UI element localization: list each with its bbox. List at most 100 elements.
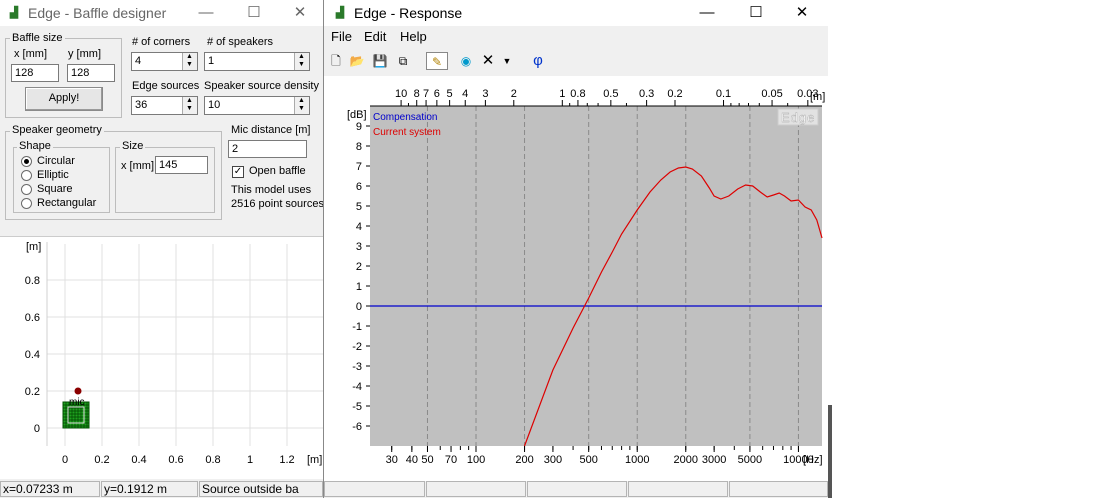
top-tick-label: 8 (414, 88, 420, 100)
close-icon[interactable]: ✕ (780, 2, 824, 24)
legend-compensation: Compensation (373, 112, 437, 123)
speakers-spin-arrows[interactable]: ▲ ▼ (294, 53, 309, 70)
y-tick-label: 4 (356, 221, 362, 233)
status-x: x=0.07233 m (0, 481, 100, 497)
apply-button[interactable]: Apply! (25, 87, 103, 111)
new-file-icon[interactable]: 🗋 (327, 52, 345, 70)
maximize-icon[interactable]: ☐ (232, 2, 276, 24)
y-tick-label: 9 (356, 121, 362, 133)
y-tick-label: -6 (352, 421, 362, 433)
y-tick-label: 0 (356, 301, 362, 313)
open-folder-icon[interactable]: 📂 (348, 52, 366, 70)
y-tick-label: -4 (352, 381, 362, 393)
baffle-y-input[interactable]: 128 (67, 64, 115, 82)
menu-edit[interactable]: Edit (364, 29, 386, 44)
baffle-titlebar[interactable]: ▟ Edge - Baffle designer — ☐ ✕ (0, 0, 323, 26)
dropdown-arrow-icon[interactable]: ▼ (501, 52, 513, 70)
x-tick-label: 70 (445, 454, 457, 466)
y-tick-label: 8 (356, 141, 362, 153)
baffle-x-input[interactable]: 128 (11, 64, 59, 82)
y-tick-label: 7 (356, 161, 362, 173)
baffle-y-tick: 0.2 (25, 386, 40, 398)
baffle-y-tick: 0 (34, 423, 40, 435)
shape-rectangular-radio[interactable] (21, 198, 32, 209)
y-tick-label: -5 (352, 401, 362, 413)
baffle-x-tick: 0.8 (205, 454, 220, 466)
open-baffle-label[interactable]: Open baffle (249, 165, 306, 177)
x-axis-unit: [Hz] (803, 454, 823, 466)
delete-x-icon[interactable]: ✕ (479, 52, 497, 70)
menu-file[interactable]: File (331, 29, 352, 44)
save-icon[interactable]: 💾 (371, 52, 389, 70)
x-tick-label: 200 (515, 454, 533, 466)
y-tick-label: -2 (352, 341, 362, 353)
edge-sources-spin-arrows[interactable]: ▲ ▼ (182, 97, 197, 114)
y-tick-label: -1 (352, 321, 362, 333)
y-tick-label: 1 (356, 281, 362, 293)
shape-elliptic-radio[interactable] (21, 170, 32, 181)
minimize-icon[interactable]: — (685, 2, 729, 24)
shape-rectangular-label[interactable]: Rectangular (37, 197, 96, 209)
menu-help[interactable]: Help (400, 29, 427, 44)
shape-circular-radio[interactable] (21, 156, 32, 167)
y-tick-label: 6 (356, 181, 362, 193)
y-tick-label: -3 (352, 361, 362, 373)
size-x-input[interactable]: 145 (155, 156, 208, 174)
baffle-y-tick: 0.6 (25, 312, 40, 324)
layers-icon[interactable]: ◉ (457, 52, 475, 70)
edge-sources-spinner[interactable]: 36 ▲ ▼ (131, 96, 198, 115)
baffle-x-tick: 1.2 (279, 454, 294, 466)
model-info-line2: 2516 point sources (231, 198, 324, 210)
maximize-icon[interactable]: ☐ (734, 2, 778, 24)
pencil-icon[interactable]: ✎ (426, 52, 448, 70)
minimize-icon[interactable]: — (184, 2, 228, 24)
baffle-y-tick: 0.4 (25, 349, 40, 361)
top-tick-label: 0.8 (570, 88, 585, 100)
shape-elliptic-label[interactable]: Elliptic (37, 169, 69, 181)
baffle-x-tick: 1 (247, 454, 253, 466)
y-axis-unit: [dB] (347, 109, 367, 121)
response-chart[interactable]: 10 8 7 6 5 4 3 2 1 0.8 0.5 0.3 0.2 0.1 0.05 0.03 30 40 50… (324, 76, 828, 481)
baffle-y-tick: 0.8 (25, 275, 40, 287)
x-tick-label: 5000 (738, 454, 762, 466)
baffle-plot-x-unit: [m] (307, 454, 322, 466)
x-tick-label: 3000 (702, 454, 726, 466)
top-tick-label: 3 (482, 88, 488, 100)
mic-distance-label: Mic distance [m] (231, 124, 311, 136)
density-spin-arrows[interactable]: ▲ ▼ (294, 97, 309, 114)
x-tick-label: 500 (580, 454, 598, 466)
shape-square-label[interactable]: Square (37, 183, 72, 195)
shape-circular-label[interactable]: Circular (37, 155, 75, 167)
x-tick-label: 40 (406, 454, 418, 466)
baffle-x-tick: 0.6 (168, 454, 183, 466)
baffle-x-label: x [mm] (14, 48, 47, 60)
corners-value: 4 (135, 55, 142, 67)
edge-watermark: Edge (781, 110, 815, 125)
speakers-label: # of speakers (207, 36, 274, 48)
top-tick-label: 0.2 (667, 88, 682, 100)
phase-phi-icon[interactable]: φ (529, 52, 547, 70)
corners-spinner[interactable]: 4 ▲ ▼ (131, 52, 198, 71)
baffle-x-tick: 0.4 (131, 454, 146, 466)
mic-marker[interactable] (74, 387, 82, 395)
response-titlebar[interactable]: ▟ Edge - Response — ☐ ✕ (324, 0, 828, 26)
y-tick-label: 5 (356, 201, 362, 213)
baffle-geometry-plot[interactable]: 0.8 0.6 0.4 0.2 0 0 0.2 0.4 0.6 0.8 1 1.2 [m] [m] m… (0, 236, 323, 479)
edge-sources-value: 36 (135, 99, 148, 111)
speakers-spinner[interactable]: 1 ▲ ▼ (204, 52, 310, 71)
response-status-2 (426, 481, 526, 497)
edge-app-icon: ▟ (335, 7, 345, 19)
response-status-1 (324, 481, 425, 497)
shape-square-radio[interactable] (21, 184, 32, 195)
open-baffle-checkbox[interactable]: ✓ (232, 166, 244, 178)
baffle-x-tick: 0 (62, 454, 68, 466)
density-spinner[interactable]: 10 ▲ ▼ (204, 96, 310, 115)
edge-sources-label: Edge sources (132, 80, 200, 92)
copy-icon[interactable]: ⧉ (394, 52, 412, 70)
corners-spin-arrows[interactable]: ▲ ▼ (182, 53, 197, 70)
x-tick-label: 300 (544, 454, 562, 466)
close-icon[interactable]: ✕ (278, 2, 322, 24)
top-tick-label: 7 (423, 88, 429, 100)
response-status-5 (729, 481, 828, 497)
mic-distance-input[interactable]: 2 (228, 140, 307, 158)
